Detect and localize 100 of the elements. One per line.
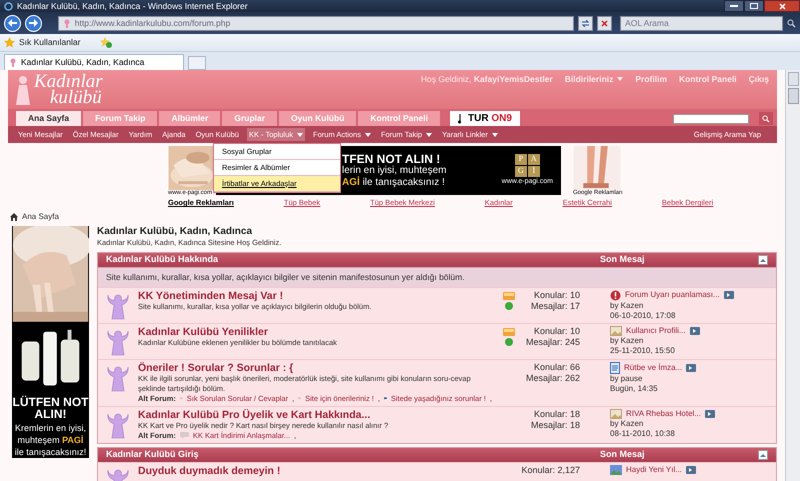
topics-count: Konular: 2,127 bbox=[521, 464, 580, 476]
minimize-button[interactable] bbox=[724, 0, 744, 12]
scroll-thumb[interactable] bbox=[788, 88, 798, 104]
search-field[interactable]: AOL Arama bbox=[620, 16, 784, 30]
last-post-link[interactable]: Haydi Yeni Yıl... bbox=[626, 464, 682, 475]
tur-on9-badge[interactable]: TUR ON9 bbox=[450, 111, 520, 126]
last-post-date: 06-10-2010, 17:08 bbox=[610, 310, 676, 321]
stop-button[interactable] bbox=[597, 16, 612, 30]
stop-icon bbox=[601, 20, 608, 26]
browser-icon bbox=[4, 2, 13, 10]
logo-text: Kadınlar bbox=[34, 74, 103, 90]
figure-icon bbox=[107, 412, 129, 440]
pagi-logo: P A G İ bbox=[514, 154, 540, 177]
refresh-button[interactable] bbox=[578, 16, 594, 30]
topics-count: Konular: 10 bbox=[534, 290, 580, 301]
topics-count: Konular: 18 bbox=[534, 408, 580, 420]
speech-bubble-icon bbox=[180, 432, 189, 440]
forum-title-link[interactable]: KK Yönetiminden Mesaj Var ! bbox=[138, 290, 492, 302]
forward-button[interactable] bbox=[24, 14, 42, 32]
caret-icon bbox=[426, 132, 432, 136]
alert-icon bbox=[610, 290, 621, 301]
close-icon bbox=[778, 2, 786, 10]
last-post-link[interactable]: RIVA Rhebas Hotel... bbox=[626, 408, 701, 419]
search-button[interactable] bbox=[759, 112, 773, 125]
caret-icon bbox=[492, 132, 498, 136]
caret-icon bbox=[617, 77, 624, 82]
forum-title-link[interactable]: Kadınlar Kulübü Yenilikler bbox=[138, 326, 492, 338]
collapse-icon[interactable] bbox=[758, 255, 768, 265]
last-post-author: by Kazen bbox=[610, 300, 644, 311]
site-icon bbox=[62, 18, 71, 28]
side-ad[interactable]: LÜTFEN NOT ALIN! Kremlerin en iyisi, muhteşem PAGİ ile tanışacaksınız! bbox=[12, 226, 89, 458]
badge-text: TUR ON9 bbox=[468, 112, 512, 126]
last-post-date: 25-11-2010, 15:50 bbox=[610, 346, 676, 356]
figure-icon bbox=[107, 292, 129, 321]
close-button[interactable] bbox=[764, 0, 800, 12]
home-icon bbox=[10, 212, 18, 220]
go-to-post-icon[interactable] bbox=[690, 326, 700, 335]
go-to-post-icon[interactable] bbox=[686, 466, 696, 474]
online-dot-icon bbox=[505, 302, 513, 310]
address-field[interactable]: http://www.kadinlarkulubu.com/forum.php bbox=[58, 16, 574, 30]
posts-count: Mesajlar: 245 bbox=[526, 336, 580, 348]
window-title: Kadınlar Kulübü, Kadın, Kadınca - Windows Internet Explorer bbox=[17, 0, 248, 12]
add-favorite-icon[interactable] bbox=[100, 37, 112, 48]
forum-title-link[interactable]: Öneriler ! Sorular ? Sorunlar : { bbox=[138, 362, 492, 374]
forum-title: Kadınlar Kulübü, Kadın, Kadınca bbox=[97, 226, 254, 238]
site-search-field[interactable] bbox=[673, 114, 749, 124]
search-icon[interactable] bbox=[787, 18, 796, 28]
figure-icon bbox=[107, 328, 129, 357]
nav-tab[interactable]: Ana Sayfa bbox=[16, 111, 82, 126]
left-arrow-icon bbox=[8, 19, 17, 27]
back-button[interactable] bbox=[4, 14, 21, 32]
picture-icon bbox=[610, 464, 622, 475]
side-ad-text: Kremlerin en iyisi, muhteşem PAGİ ile tanışacaksınız! bbox=[14, 422, 88, 458]
section-title[interactable]: Kadınlar Kulübü Giriş bbox=[106, 448, 600, 462]
maximize-button[interactable] bbox=[744, 0, 764, 12]
scrollbar[interactable] bbox=[785, 70, 800, 481]
go-to-post-icon[interactable] bbox=[686, 364, 696, 372]
collapse-icon[interactable] bbox=[758, 450, 768, 460]
go-to-post-icon[interactable] bbox=[724, 291, 734, 300]
right-arrow-icon bbox=[28, 19, 38, 27]
last-post-link[interactable]: Forum Uyarı puanlaması... bbox=[625, 290, 720, 300]
image-icon bbox=[610, 326, 622, 336]
greeting-text: Hoş Geldiniz, KafayiYemisDestler bbox=[420, 73, 553, 86]
figure-icon bbox=[107, 364, 129, 393]
last-post-link[interactable]: Rütbe ve İmza... bbox=[624, 362, 682, 373]
caret-icon bbox=[364, 132, 371, 136]
last-post-heading: Son Mesaj bbox=[600, 253, 645, 266]
topics-count: Konular: 10 bbox=[534, 326, 580, 337]
banner-headline: TFEN NOT ALIN ! bbox=[342, 152, 442, 164]
online-dot-icon bbox=[505, 338, 513, 346]
banner-text: AGİ ile tanışacaksınız ! bbox=[342, 176, 446, 188]
posts-count: Mesajlar: 18 bbox=[530, 420, 580, 431]
last-post-author: by Kazen bbox=[610, 418, 644, 429]
refresh-icon bbox=[581, 20, 590, 26]
topics-count: Konular: 66 bbox=[534, 362, 580, 373]
section-description: Site kullanımı, kurallar, kısa yollar, açıklayıcı bilgiler ve sitenin manifestosunun yer aldığı bölüm. bbox=[98, 267, 776, 287]
caret-icon bbox=[297, 132, 304, 136]
site-icon bbox=[9, 58, 17, 67]
last-post-date: 08-11-2010, 10:38 bbox=[610, 428, 676, 439]
go-to-post-icon[interactable] bbox=[705, 410, 715, 418]
favorites-button[interactable]: Sık Kullanılanlar bbox=[4, 36, 80, 49]
banner-text: lerin en iyisi, muhteşem bbox=[342, 164, 446, 176]
search-icon bbox=[762, 114, 770, 122]
last-post-link[interactable]: Kullanıcı Profili... bbox=[626, 326, 686, 336]
browser-tab[interactable]: Kadınlar Kulübü, Kadın, Kadınca bbox=[4, 54, 184, 70]
document-icon bbox=[610, 362, 620, 374]
last-post-author: by Kazen bbox=[610, 336, 644, 346]
breadcrumb-link[interactable]: Ana Sayfa bbox=[22, 210, 59, 222]
logo-text: kulübü bbox=[50, 90, 102, 106]
site-logo[interactable]: Kadınlar kulübü bbox=[16, 70, 103, 109]
last-post-author: by pause bbox=[610, 374, 644, 384]
last-post-heading: Son Mesaj bbox=[600, 448, 645, 461]
folder-icon bbox=[503, 328, 515, 336]
folder-icon bbox=[503, 292, 515, 300]
forum-title-link[interactable]: Duyduk duymadık demeyin ! bbox=[138, 464, 492, 477]
side-ad-title: LÜTFEN NOT ALIN! bbox=[12, 396, 89, 420]
section-title[interactable]: Kadınlar Kulübü Hakkında bbox=[106, 253, 600, 267]
forum-title-link[interactable]: Kadınlar Kulübü Pro Üyelik ve Kart Hakkında... bbox=[138, 408, 492, 421]
posts-count: Mesajlar: 262 bbox=[526, 372, 580, 384]
image-icon bbox=[610, 408, 622, 419]
